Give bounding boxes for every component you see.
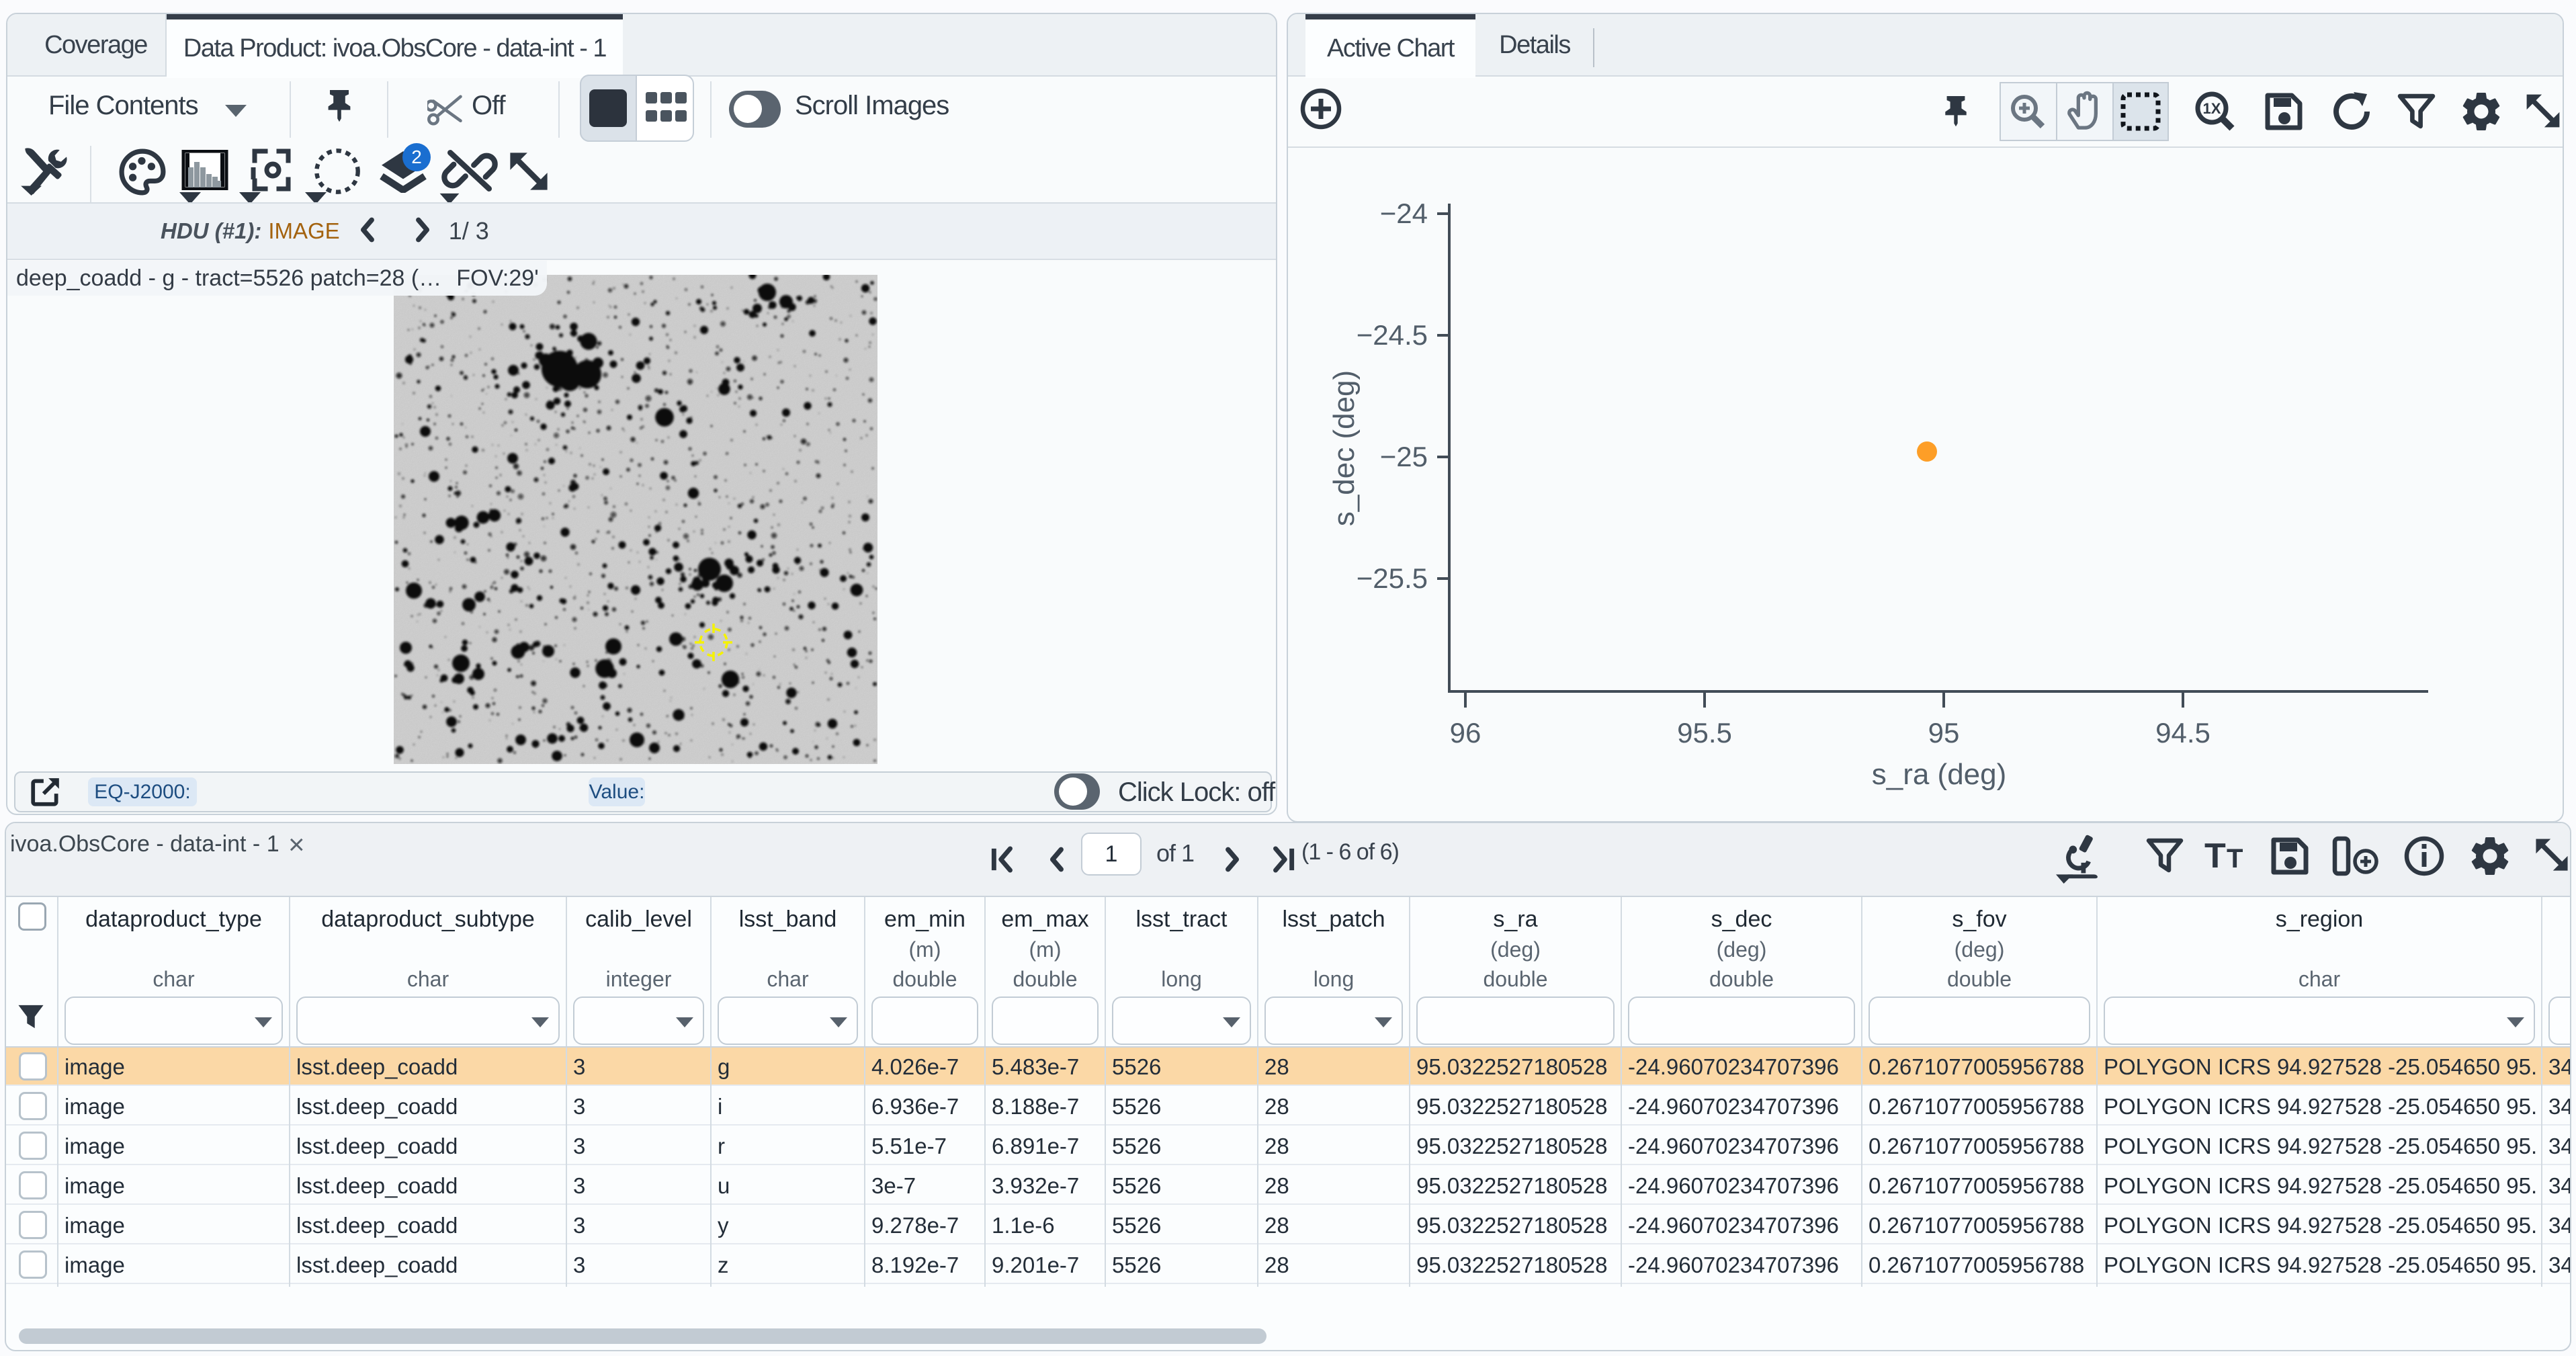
svg-text:−24: −24 [1380,198,1428,229]
svg-text:1X: 1X [2203,100,2221,117]
svg-text:s_ra (deg): s_ra (deg) [1872,758,2007,791]
svg-text:94.5: 94.5 [2155,717,2210,749]
svg-text:T: T [2227,844,2243,874]
svg-text:95.5: 95.5 [1677,717,1732,749]
svg-text:95: 95 [1928,717,1960,749]
svg-text:s_dec (deg): s_dec (deg) [1328,370,1361,526]
svg-text:96: 96 [1450,717,1482,749]
svg-text:T: T [2204,837,2226,876]
svg-text:−24.5: −24.5 [1357,319,1428,351]
svg-text:−25.5: −25.5 [1357,562,1428,594]
svg-text:−25: −25 [1380,441,1428,472]
